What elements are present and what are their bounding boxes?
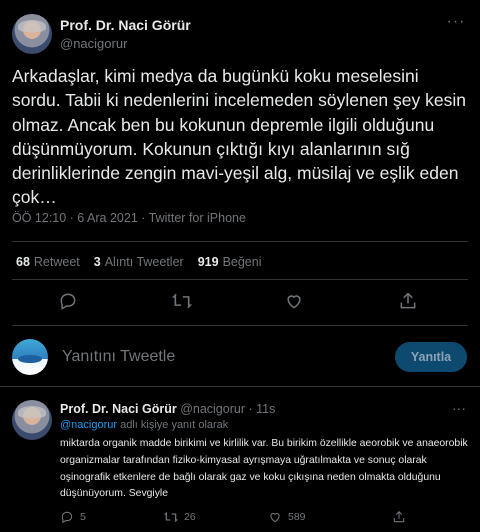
replying-to: @nacigorur adlı kişiye yanıt olarak <box>60 419 229 431</box>
tweet-actions <box>0 291 480 313</box>
tweet-text: Arkadaşlar, kimi medya da bugünkü koku m… <box>12 66 466 208</box>
retweet-count: 26 <box>184 511 196 523</box>
reply-share-button[interactable] <box>392 510 406 524</box>
likes-stat[interactable]: 919 Beğeni <box>198 255 262 269</box>
retweets-stat[interactable]: 68 Retweet <box>16 255 80 269</box>
reply-button[interactable]: Yanıtla <box>395 342 467 372</box>
retweet-icon[interactable] <box>171 291 194 313</box>
reply-author-avatar[interactable] <box>12 400 52 440</box>
reply-time-separator: · <box>248 402 253 416</box>
reply-actions: 5 26 589 <box>60 510 470 526</box>
divider <box>0 386 480 387</box>
author-avatar[interactable] <box>12 14 52 54</box>
reply-reply-button[interactable]: 5 <box>60 510 86 524</box>
reply-time[interactable]: 11s <box>256 402 275 416</box>
share-icon <box>393 511 405 523</box>
reply-icon[interactable] <box>58 291 80 313</box>
divider <box>12 241 468 242</box>
like-icon[interactable] <box>284 291 306 313</box>
reply-like-button[interactable]: 589 <box>268 510 306 524</box>
like-count: 589 <box>288 511 306 523</box>
reply-icon <box>61 511 73 524</box>
reply-author-handle[interactable]: @nacigorur <box>180 402 245 416</box>
share-icon[interactable] <box>398 291 420 313</box>
tweet-stats: 68 Retweet 3 Alıntı Tweetler 919 Beğeni <box>16 255 262 269</box>
more-icon[interactable]: ··· <box>446 14 466 30</box>
reply-count: 5 <box>80 511 86 523</box>
reply-text: miktarda organik madde birikimi ve kirli… <box>60 438 468 500</box>
tweet-meta[interactable]: ÖÖ 12:10 · 6 Ara 2021 · Twitter for iPho… <box>12 211 246 225</box>
divider <box>12 325 468 326</box>
replying-mention[interactable]: @nacigorur <box>60 419 117 431</box>
retweet-icon <box>164 511 178 523</box>
author-name[interactable]: Prof. Dr. Naci Görür <box>60 17 191 33</box>
reply-header: Prof. Dr. Naci Görür @nacigorur · 11s <box>60 402 275 416</box>
quotes-stat[interactable]: 3 Alıntı Tweetler <box>94 255 184 269</box>
reply-author-name[interactable]: Prof. Dr. Naci Görür <box>60 402 177 416</box>
tweet-detail-page: Prof. Dr. Naci Görür @nacigorur ··· Arka… <box>0 0 480 532</box>
like-icon <box>270 513 280 523</box>
author-handle[interactable]: @nacigorur <box>60 36 127 51</box>
user-avatar[interactable] <box>12 339 48 375</box>
divider <box>12 279 468 280</box>
more-icon[interactable]: ··· <box>452 400 466 416</box>
reply-input[interactable]: Yanıtını Tweetle <box>62 348 175 366</box>
reply-retweet-button[interactable]: 26 <box>164 510 196 524</box>
